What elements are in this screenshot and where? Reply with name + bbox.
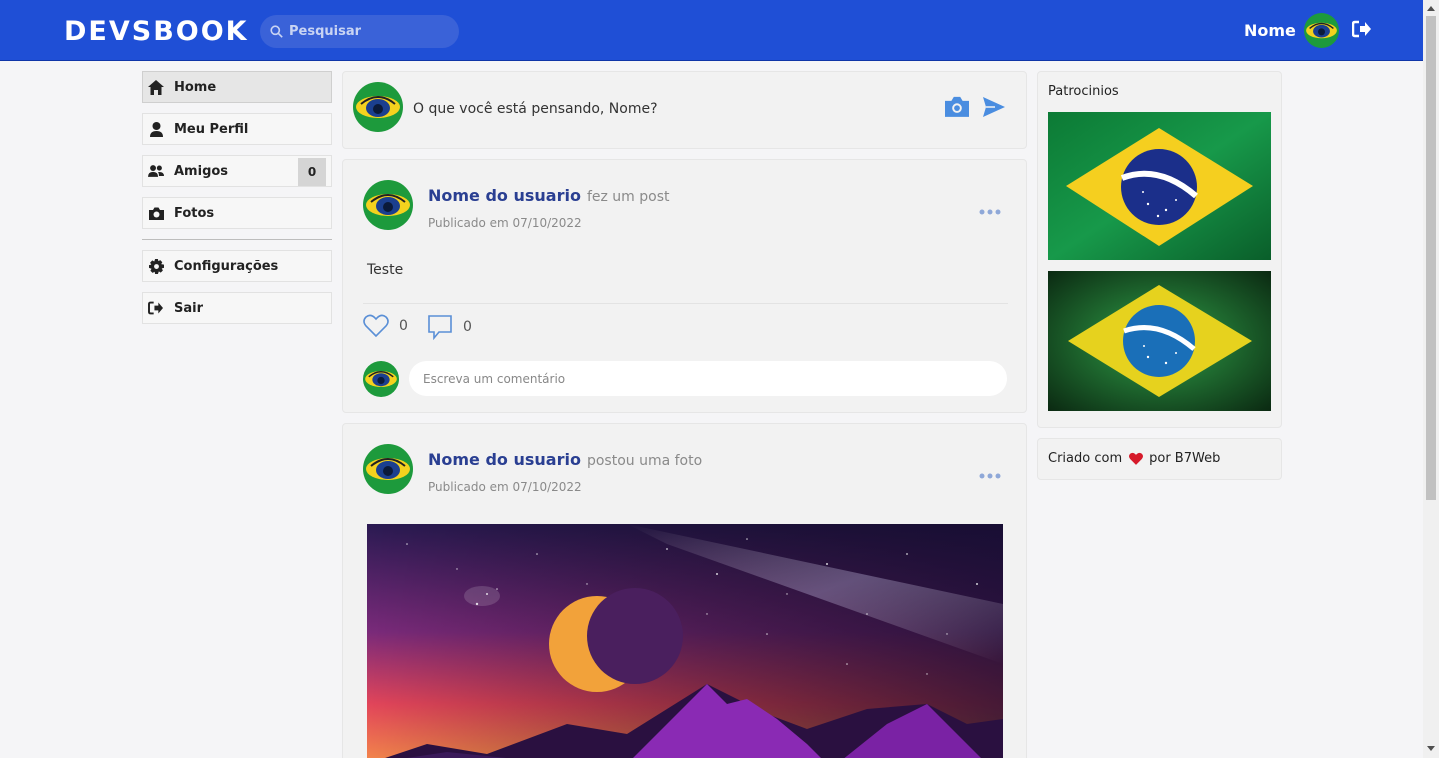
gear-icon (148, 258, 164, 274)
menu-item-label: Fotos (174, 205, 215, 221)
menu-item-label: Configurações (174, 258, 279, 274)
sponsor-banner[interactable] (1048, 112, 1271, 260)
search-icon (270, 25, 283, 38)
header-avatar[interactable] (1304, 13, 1339, 52)
search-box[interactable] (260, 15, 459, 48)
user-icon (148, 121, 164, 137)
menu-item-label: Sair (174, 300, 204, 316)
page-scrollbar[interactable] (1423, 0, 1439, 758)
logout-icon[interactable] (1351, 20, 1372, 42)
menu-item-friends[interactable]: Amigos 0 (142, 155, 332, 187)
post-date: Publicado em 07/10/2022 (428, 216, 582, 230)
post-avatar[interactable] (363, 180, 413, 234)
scroll-up-icon[interactable] (1427, 6, 1435, 11)
post-date: Publicado em 07/10/2022 (428, 480, 582, 494)
post-card: Nome do usuario postou uma foto Publicado… (342, 423, 1027, 758)
credits-panel: Criado com por B7Web (1037, 438, 1282, 480)
menu-item-photos[interactable]: Fotos (142, 197, 332, 229)
more-options-icon[interactable] (979, 200, 1001, 219)
send-icon[interactable] (983, 97, 1005, 121)
comment-avatar (363, 361, 399, 401)
credits-suffix[interactable]: por B7Web (1149, 451, 1220, 466)
post-divider (363, 303, 1008, 304)
menu-item-profile[interactable]: Meu Perfil (142, 113, 332, 145)
comment-button[interactable]: 0 (427, 314, 472, 340)
scroll-thumb[interactable] (1426, 16, 1436, 500)
sponsor-banner[interactable] (1048, 271, 1271, 411)
like-button[interactable]: 0 (363, 314, 408, 338)
comment-input[interactable] (409, 361, 1007, 396)
header-user-name[interactable]: Nome (1244, 21, 1296, 40)
post-photo[interactable] (367, 524, 1003, 758)
heart-icon (363, 314, 389, 338)
credits-prefix: Criado com (1048, 451, 1123, 466)
menu-divider (142, 239, 332, 240)
post-avatar[interactable] (363, 444, 413, 498)
menu-item-settings[interactable]: Configurações (142, 250, 332, 282)
like-count: 0 (399, 318, 408, 334)
scroll-down-icon[interactable] (1427, 746, 1435, 751)
post-author[interactable]: Nome do usuario fez um post (428, 186, 670, 205)
compose-avatar (353, 82, 403, 136)
post-action: fez um post (586, 189, 670, 205)
comment-icon (428, 315, 452, 340)
search-input[interactable] (289, 24, 449, 39)
home-icon (148, 79, 164, 95)
menu-item-label: Amigos (174, 163, 229, 179)
comment-count: 0 (463, 319, 472, 335)
camera-icon (148, 205, 164, 221)
menu-item-home[interactable]: Home (142, 71, 332, 103)
sponsors-panel: Patrocinios (1037, 71, 1282, 428)
sponsors-title: Patrocinios (1048, 84, 1119, 99)
menu-item-label: Meu Perfil (174, 121, 249, 137)
top-header: DEVSBOOK Nome (0, 0, 1423, 61)
compose-box[interactable]: O que você está pensando, Nome? (342, 71, 1027, 149)
logo[interactable]: DEVSBOOK (64, 14, 249, 48)
logo-text: DEVSBOOK (64, 15, 249, 47)
compose-placeholder[interactable]: O que você está pensando, Nome? (413, 101, 658, 117)
post-author-name[interactable]: Nome do usuario (428, 186, 581, 205)
post-card: Nome do usuario fez um post Publicado em … (342, 159, 1027, 413)
post-author[interactable]: Nome do usuario postou uma foto (428, 450, 702, 469)
menu-item-label: Home (174, 79, 217, 95)
heart-icon (1129, 452, 1144, 465)
more-options-icon[interactable] (979, 464, 1001, 483)
post-action: postou uma foto (586, 453, 703, 469)
post-text: Teste (367, 262, 404, 278)
friends-count-badge: 0 (298, 158, 326, 186)
camera-icon[interactable] (945, 96, 969, 121)
post-author-name[interactable]: Nome do usuario (428, 450, 581, 469)
credits-text: Criado com por B7Web (1048, 451, 1220, 466)
logout-icon (148, 300, 164, 316)
users-icon (148, 163, 164, 179)
menu-item-logout[interactable]: Sair (142, 292, 332, 324)
left-menu: Home Meu Perfil Amigos 0 Fotos Configura… (142, 71, 332, 334)
